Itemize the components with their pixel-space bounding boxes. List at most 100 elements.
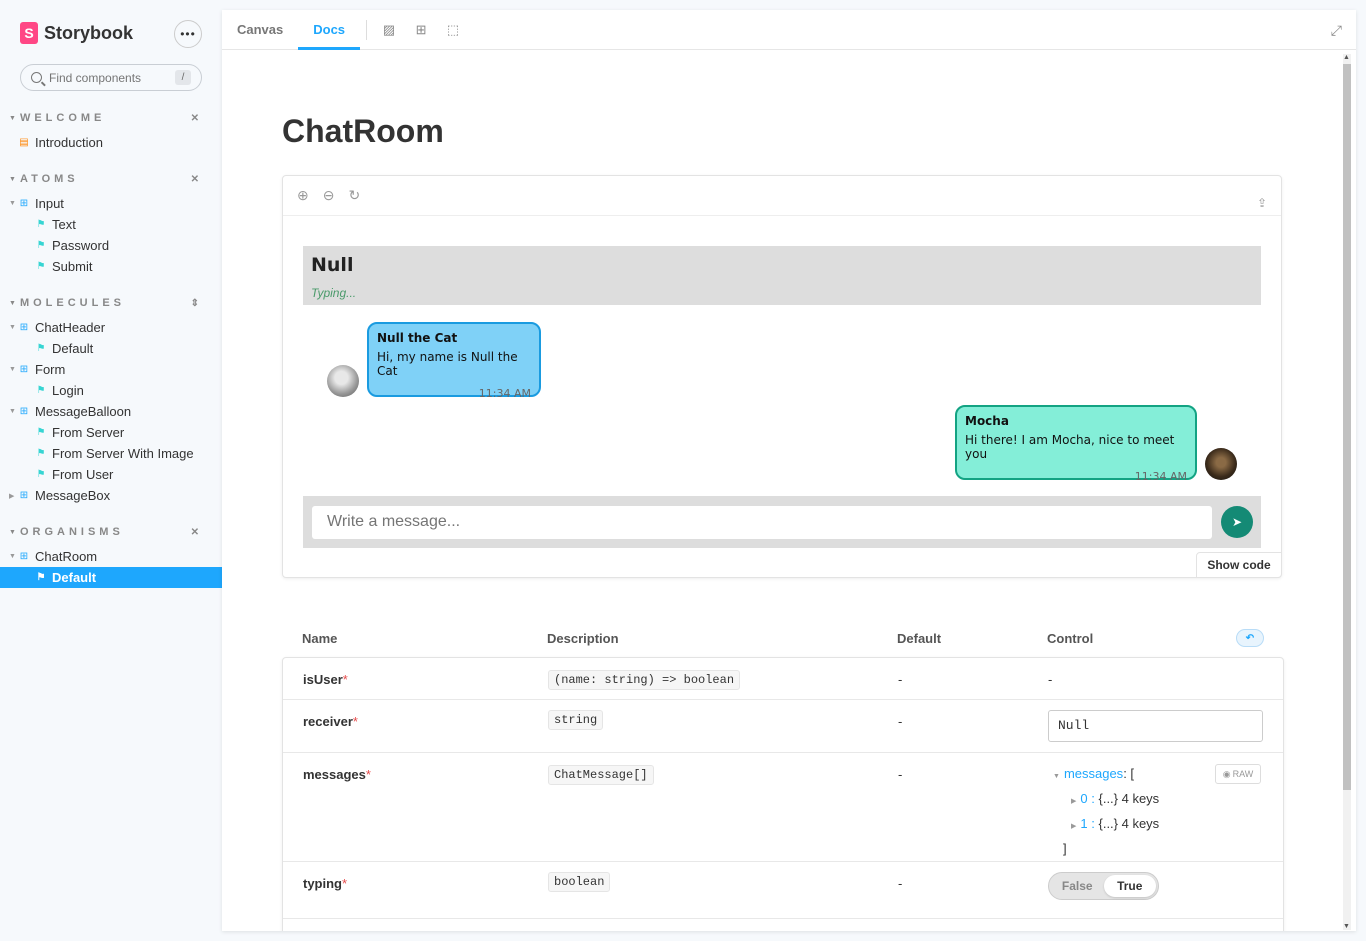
message-text: Hi there! I am Mocha, nice to meet you [965,433,1175,461]
page-title: ChatRoom [282,113,444,149]
section-molecules[interactable]: ▼ MOLECULES ⇕ [9,297,199,309]
bookmark-icon: ⚑ [36,572,46,583]
bookmark-icon: ⚑ [36,427,46,438]
message-input[interactable] [312,505,1212,539]
caret-right-icon: ▶ [1071,823,1077,830]
scroll-down-icon[interactable]: ▼ [1343,923,1350,930]
tab-canvas[interactable]: Canvas [222,10,298,50]
zoom-in-icon[interactable]: ⊕ [297,187,309,204]
zoom-reset-icon[interactable]: ↻ [348,187,360,204]
scroll-up-icon[interactable]: ▲ [1343,54,1350,61]
required-mark: * [352,714,358,729]
sidebar-item-label: Text [52,217,76,232]
scrollbar[interactable]: ▲ ▼ [1343,54,1351,930]
prop-name: receiver* [303,714,358,729]
header-description: Description [547,631,619,646]
sidebar-item-form[interactable]: ▼ ⊞ Form [0,359,222,380]
prop-name: messages* [303,767,371,782]
sidebar: S Storybook ••• / ▼ WELCOME ✕ ▤Introductio… [0,0,222,941]
prop-name-text: isUser [303,672,343,687]
grid-icon[interactable]: ⊞ [405,10,437,50]
sidebar-item-label: Password [52,238,110,253]
caret-down-icon: ▼ [9,175,16,183]
fullscreen-icon[interactable]: ⤢ [1331,22,1342,39]
sidebar-item-text[interactable]: ⚑ Text [0,214,222,235]
sidebar-item-chatroom[interactable]: ▼ ⊞ ChatRoom [0,546,222,567]
sidebar-item-messagebox[interactable]: ▶ ⊞ MessageBox [0,485,222,506]
caret-down-icon: ▼ [9,366,16,373]
tree-index: 1 : [1080,816,1095,831]
storybook-logo-icon: S [20,22,38,44]
expand-icon[interactable]: ⇕ [191,298,199,309]
header-default: Default [897,631,942,646]
required-mark: * [365,767,371,782]
section-label: MOLECULES [19,297,125,309]
section-atoms[interactable]: ▼ ATOMS ✕ [9,173,199,185]
sidebar-item-chatroom-default[interactable]: ⚑ Default [0,567,222,588]
toggle-true[interactable]: True [1103,875,1156,897]
tree-open: : [ [1123,766,1135,781]
prop-default: - [898,767,903,782]
eye-icon: ◉ [1222,768,1231,779]
sidebar-item-password[interactable]: ⚑ Password [0,235,222,256]
sidebar-item-label: Form [35,362,66,377]
typing-boolean-toggle[interactable]: False True [1048,872,1159,900]
search-box[interactable]: / [20,64,202,91]
sidebar-item-login[interactable]: ⚑ Login [0,380,222,401]
sidebar-item-chatheader-default[interactable]: ⚑ Default [0,338,222,359]
undo-icon: ↶ [1245,632,1255,644]
toggle-false[interactable]: False [1051,875,1104,897]
document-icon: ▤ [19,137,29,148]
tree-item[interactable]: ▶ 1 : {...} 4 keys [1053,813,1159,838]
required-mark: * [342,672,348,687]
sidebar-item-messageballoon[interactable]: ▼ ⊞ MessageBalloon [0,401,222,422]
tab-docs[interactable]: Docs [298,10,361,50]
outline-icon[interactable]: ⬚ [437,10,469,50]
collapse-icon[interactable]: ✕ [191,174,199,185]
messages-object-editor[interactable]: ▼ messages: [ ▶ 0 : {...} 4 keys ▶ 1 : {...… [1053,763,1159,860]
section-label: WELCOME [19,112,106,124]
required-mark: * [342,876,348,891]
section-organisms[interactable]: ▼ ORGANISMS ✕ [9,526,199,538]
zoom-out-icon[interactable]: ⊖ [323,187,335,204]
table-row: typing* boolean - False True [283,862,1283,919]
scrollbar-thumb[interactable] [1343,64,1351,790]
sidebar-item-chatheader[interactable]: ▼ ⊞ ChatHeader [0,317,222,338]
component-icon: ⊞ [19,322,29,333]
sidebar-item-from-server-with-image[interactable]: ⚑ From Server With Image [0,443,222,464]
sidebar-item-from-server[interactable]: ⚑ From Server [0,422,222,443]
send-button[interactable]: ➤ [1221,506,1253,538]
more-options-button[interactable]: ••• [174,20,202,48]
search-input[interactable] [49,70,164,85]
sidebar-item-input[interactable]: ▼ ⊞ Input [0,193,222,214]
component-icon: ⊞ [19,364,29,375]
message-time: 11:34 AM [478,387,531,400]
background-image-icon[interactable]: ▨ [373,10,405,50]
prop-type: string [548,710,604,730]
raw-label: RAW [1232,769,1254,779]
tree-root[interactable]: ▼ messages: [ [1053,763,1159,788]
main-panel: Canvas Docs ▨ ⊞ ⬚ ⤢ ▲ ▼ ChatRoom ⊕ ⊖ ↻ ⇪… [222,10,1356,931]
sidebar-item-from-user[interactable]: ⚑ From User [0,464,222,485]
collapse-icon[interactable]: ✕ [191,113,199,124]
prop-name-text: receiver [303,714,353,729]
table-row [283,919,1283,931]
tree-close: ] [1063,841,1067,856]
component-icon: ⊞ [19,406,29,417]
prop-type: (name: string) => boolean [548,670,741,690]
raw-toggle-button[interactable]: ◉ RAW [1215,764,1261,784]
sidebar-item-introduction[interactable]: ▤ Introduction [0,132,222,153]
reset-controls-button[interactable]: ↶ [1236,629,1264,647]
share-icon[interactable]: ⇪ [1257,196,1267,210]
tree-item[interactable]: ▶ 0 : {...} 4 keys [1053,788,1159,813]
receiver-control-input[interactable]: Null [1048,710,1263,742]
bookmark-icon: ⚑ [36,343,46,354]
user-avatar [1205,448,1237,480]
bookmark-icon: ⚑ [36,448,46,459]
storybook-brand[interactable]: S Storybook [20,22,133,44]
show-code-button[interactable]: Show code [1196,552,1282,578]
props-table: Name Description Default Control ↶ isUse… [282,625,1284,931]
collapse-icon[interactable]: ✕ [191,527,199,538]
section-welcome[interactable]: ▼ WELCOME ✕ [9,112,199,124]
sidebar-item-submit[interactable]: ⚑ Submit [0,256,222,277]
